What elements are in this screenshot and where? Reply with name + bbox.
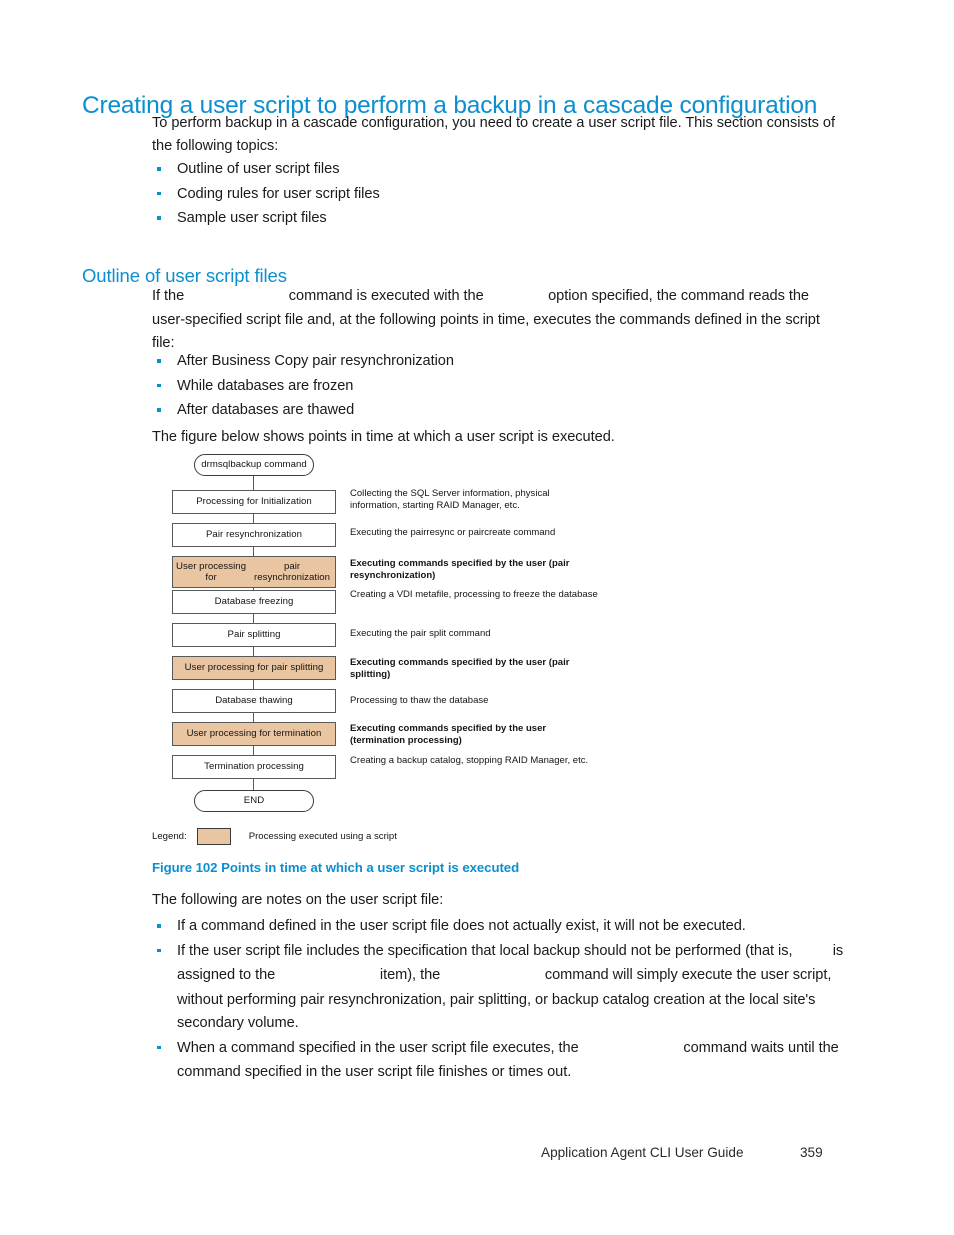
inline-text: When a command specified in the user scr…: [177, 1039, 583, 1056]
flowchart-node-label: END: [243, 795, 265, 807]
flowchart-annotation: Executing commands specified by the user…: [350, 558, 570, 581]
flowchart-connector: [253, 680, 254, 689]
flowchart-annotation: Executing commands specified by the user…: [350, 657, 570, 680]
flowchart-process-node: Processing for Initialization: [172, 490, 336, 514]
flowchart-terminator-node: drmsqlbackup command: [194, 454, 314, 476]
execution-point-item: After Business Copy pair resynchronizati…: [152, 350, 454, 374]
flowchart-node-label: Processing for Initialization: [196, 496, 312, 508]
flowchart-connector: [253, 476, 254, 490]
flowchart-process-node: Termination processing: [172, 755, 336, 779]
flowchart-process-node: Database freezing: [172, 590, 336, 614]
inline-text: If a command defined in the user script …: [177, 918, 746, 934]
flowchart-process-node: User processing for pair resynchronizatio…: [172, 556, 336, 588]
flowchart-connector: [253, 547, 254, 556]
flowchart-annotation: Processing to thaw the database: [350, 695, 489, 706]
inline-command-token: NONE: [796, 941, 828, 965]
flowchart-annotation: Creating a backup catalog, stopping RAID…: [350, 755, 589, 766]
note-item: When a command specified in the user scr…: [152, 1037, 852, 1085]
notes-list: If a command defined in the user script …: [152, 915, 852, 1086]
flowchart-node-label: User processing for termination: [186, 728, 322, 740]
document-page: Creating a user script to perform a back…: [0, 0, 954, 1235]
execution-points-list: After Business Copy pair resynchronizati…: [152, 350, 454, 424]
inline-command-token: LOCAL_BACKUP: [279, 965, 376, 989]
flowchart-connector: [253, 713, 254, 722]
inline-command-token: -script: [488, 286, 544, 309]
intro-paragraph: To perform backup in a cascade configura…: [152, 115, 835, 154]
legend-label: Legend:: [152, 831, 187, 842]
flowchart-process-node: Pair splitting: [172, 623, 336, 647]
figure-lead-in: The figure below shows points in time at…: [152, 429, 615, 445]
legend-swatch-script: [196, 828, 231, 845]
flowchart-connector: [253, 647, 254, 656]
flowchart-node-label: Termination processing: [204, 761, 304, 773]
notes-lead-in: The following are notes on the user scri…: [152, 892, 444, 908]
flowchart-process-node: User processing for termination: [172, 722, 336, 746]
topic-item: Coding rules for user script files: [152, 183, 380, 207]
topic-item: Sample user script files: [152, 207, 380, 231]
footer-page-number: 359: [800, 1145, 823, 1160]
flowchart-node-label: User processing for: [176, 560, 247, 584]
execution-point-item: While databases are frozen: [152, 375, 454, 399]
flowchart-node-label: Pair resynchronization: [205, 529, 303, 541]
topics-list: Outline of user script files Coding rules…: [152, 158, 380, 232]
inline-command-token: drmsqlbackup: [444, 965, 541, 989]
flowchart-process-node: User processing for pair splitting: [172, 656, 336, 680]
flowchart-node-label: pair resynchronization: [254, 560, 331, 584]
flowchart-connector: [253, 614, 254, 623]
flowchart-annotation: Creating a VDI metafile, processing to f…: [350, 589, 598, 600]
flowchart-process-node: Pair resynchronization: [172, 523, 336, 547]
footer-guide-title: Application Agent CLI User Guide: [541, 1145, 744, 1160]
figure-caption: Figure 102 Points in time at which a use…: [152, 860, 520, 875]
inline-text: If the user script file includes the spe…: [177, 942, 797, 959]
outline-paragraph: If the drmsqlbackup command is executed …: [152, 285, 842, 355]
note-item: If the user script file includes the spe…: [152, 940, 852, 1036]
flowchart-annotation: Executing the pairresync or paircreate c…: [350, 527, 556, 538]
flowchart-figure: drmsqlbackup command Processing for Initi…: [0, 450, 954, 825]
inline-text: item), the: [375, 967, 445, 983]
execution-point-item: After databases are thawed: [152, 399, 454, 423]
topic-item: Outline of user script files: [152, 158, 380, 182]
flowchart-connector: [253, 779, 254, 790]
flowchart-annotation: Collecting the SQL Server information, p…: [350, 488, 550, 511]
flowchart-node-label: Database thawing: [215, 695, 293, 707]
flowchart-connector: [253, 746, 254, 755]
inline-text: command is executed with the: [284, 288, 488, 304]
inline-command-token: drmsqlbackup: [188, 286, 285, 309]
flowchart-node-label: User processing for pair splitting: [184, 662, 324, 674]
flowchart-node-label: Pair splitting: [227, 629, 281, 641]
inline-text: If the: [152, 288, 189, 304]
flowchart-terminator-node: END: [194, 790, 314, 812]
inline-command-token: drmsqlbackup: [583, 1038, 680, 1062]
legend-description: Processing executed using a script: [248, 831, 397, 842]
flowchart-connector: [253, 514, 254, 523]
flowchart-node-label: drmsqlbackup command: [201, 459, 307, 471]
flowchart-annotation: Executing the pair split command: [350, 628, 491, 639]
note-item: If a command defined in the user script …: [152, 915, 852, 939]
flowchart-process-node: Database thawing: [172, 689, 336, 713]
flowchart-node-label: Database freezing: [214, 596, 294, 608]
flowchart-annotation: Executing commands specified by the user…: [350, 723, 547, 746]
figure-legend: Legend: Processing executed using a scri…: [152, 828, 397, 845]
